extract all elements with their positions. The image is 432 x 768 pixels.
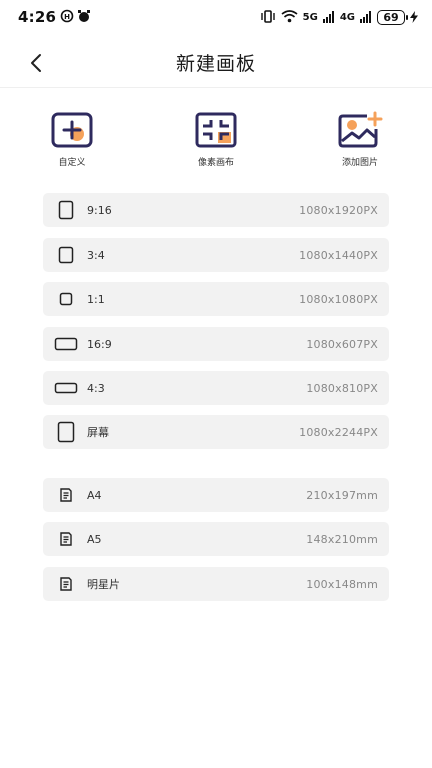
ratio-row-16-9[interactable]: 16:9 1080x607PX <box>43 327 389 361</box>
status-time: 4:26 <box>18 8 57 26</box>
portrait-9-16-icon <box>49 200 83 220</box>
ratio-label: 屏幕 <box>87 426 109 439</box>
charging-icon <box>410 8 418 27</box>
add-image-icon <box>337 110 383 150</box>
notification-icon: H <box>60 8 74 27</box>
document-icon <box>49 488 83 502</box>
ratio-row-screen[interactable]: 屏幕 1080x2244PX <box>43 415 389 449</box>
paper-label: A4 <box>87 488 102 502</box>
status-bar: 4:26 H 5G 4G 69 <box>0 0 432 34</box>
ratio-size: 1080x607PX <box>306 337 378 351</box>
ratio-label: 4:3 <box>87 381 105 395</box>
ratio-size: 1080x1920PX <box>299 203 378 217</box>
add-image-button[interactable]: 添加图片 <box>320 110 400 168</box>
pixel-canvas-button[interactable]: 像素画布 <box>176 110 256 168</box>
ratio-size: 1080x810PX <box>306 381 378 395</box>
ratio-row-4-3[interactable]: 4:3 1080x810PX <box>43 371 389 405</box>
custom-add-icon <box>49 110 95 150</box>
signal-icon <box>322 8 335 27</box>
wifi-icon <box>281 8 298 27</box>
page-title: 新建画板 <box>175 53 256 75</box>
chevron-left-icon <box>31 54 41 72</box>
create-options: 自定义 像素画布 添加图片 <box>0 110 432 170</box>
screen-icon <box>49 421 83 443</box>
ratio-size: 1080x1080PX <box>299 292 378 306</box>
custom-button[interactable]: 自定义 <box>32 110 112 168</box>
paper-row-a5[interactable]: A5 148x210mm <box>43 522 389 556</box>
ratio-row-1-1[interactable]: 1:1 1080x1080PX <box>43 282 389 316</box>
ratio-label: 16:9 <box>87 337 112 351</box>
signal-icon <box>360 8 372 27</box>
pixel-canvas-icon <box>193 110 239 150</box>
ratio-size: 1080x2244PX <box>299 425 378 439</box>
ratio-label: 1:1 <box>87 292 105 306</box>
network-5g-label: 5G <box>302 11 318 23</box>
ratio-row-3-4[interactable]: 3:4 1080x1440PX <box>43 238 389 272</box>
paper-label: 明星片 <box>87 578 120 591</box>
document-icon <box>49 577 83 591</box>
svg-text:H: H <box>64 13 70 21</box>
network-4g-label: 4G <box>339 11 355 23</box>
paper-row-postcard[interactable]: 明星片 100x148mm <box>43 567 389 601</box>
header-bar: 新建画板 <box>0 38 432 88</box>
alarm-icon <box>77 8 91 27</box>
vibrate-icon <box>260 8 276 27</box>
square-icon <box>49 292 83 306</box>
ratio-size: 1080x1440PX <box>299 248 378 262</box>
back-button[interactable] <box>22 49 50 77</box>
paper-row-a4[interactable]: A4 210x197mm <box>43 478 389 512</box>
ratio-label: 9:16 <box>87 203 112 217</box>
paper-label: A5 <box>87 532 102 546</box>
portrait-3-4-icon <box>49 246 83 264</box>
paper-size: 210x197mm <box>306 488 378 502</box>
document-icon <box>49 532 83 546</box>
ratio-label: 3:4 <box>87 248 105 262</box>
battery-indicator: 69 <box>377 9 408 25</box>
paper-size: 100x148mm <box>306 577 378 591</box>
landscape-4-3-icon <box>49 381 83 395</box>
add-image-label: 添加图片 <box>341 158 378 168</box>
pixel-canvas-label: 像素画布 <box>197 158 234 168</box>
paper-size: 148x210mm <box>306 532 378 546</box>
ratio-row-9-16[interactable]: 9:16 1080x1920PX <box>43 193 389 227</box>
landscape-16-9-icon <box>49 337 83 351</box>
custom-label: 自定义 <box>58 158 86 168</box>
